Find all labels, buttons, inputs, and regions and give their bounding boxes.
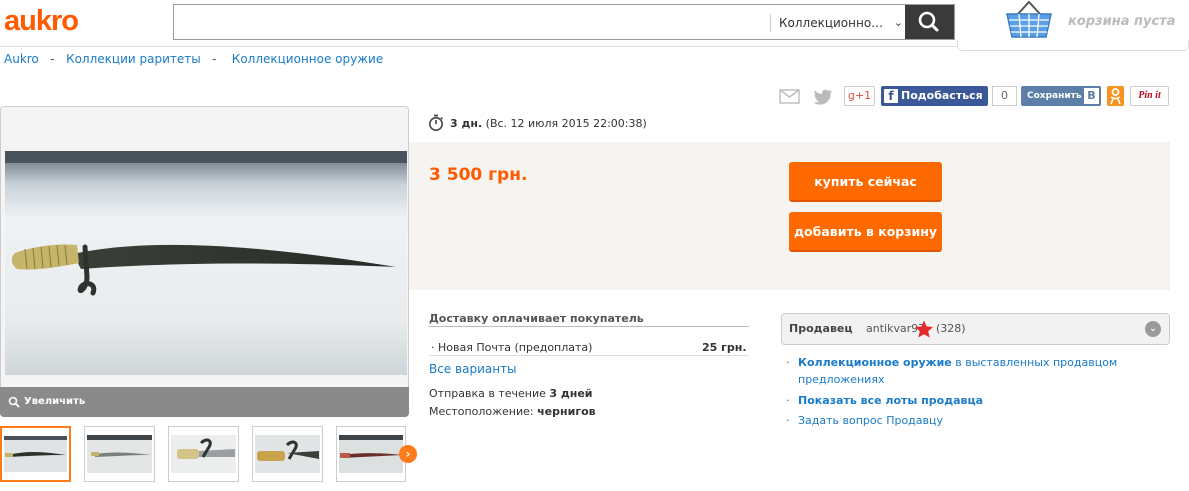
facebook-like-label: Подобасться xyxy=(901,89,983,102)
thumbnail-next-button[interactable]: › xyxy=(399,445,417,463)
thumbnail[interactable] xyxy=(0,426,71,482)
chevron-down-icon: ⌄ xyxy=(893,16,903,29)
delivery-option-price: 25 грн. xyxy=(702,341,747,354)
vk-icon: В xyxy=(1084,88,1099,104)
breadcrumb-link[interactable]: Коллекции раритеты xyxy=(66,52,201,66)
seller-all-lots-link[interactable]: · Показать все лоты продавца xyxy=(786,392,983,409)
search-bar: Коллекционно… ⌄ xyxy=(173,4,955,40)
bullet: · xyxy=(786,394,790,407)
facebook-icon: f xyxy=(884,89,898,103)
zoom-icon xyxy=(8,396,20,408)
buy-now-button[interactable]: купить сейчас xyxy=(789,162,942,202)
category-select[interactable]: Коллекционно… ⌄ xyxy=(770,14,905,32)
bullet: · xyxy=(786,356,790,369)
delivery-title: Доставку оплачивает покупатель xyxy=(429,312,644,325)
category-select-label: Коллекционно… xyxy=(779,16,884,30)
breadcrumb: Aukro - Коллекции раритеты - Коллекционн… xyxy=(4,52,383,66)
thumbnail[interactable] xyxy=(252,426,323,482)
search-icon xyxy=(918,11,939,32)
chevron-right-icon: › xyxy=(405,447,411,461)
auction-end-date: (Вс. 12 июля 2015 22:00:38) xyxy=(485,117,647,130)
thumbnail[interactable] xyxy=(336,426,406,482)
chevron-down-icon[interactable]: ⌄ xyxy=(1145,321,1161,337)
price: 3 500 грн. xyxy=(429,165,528,185)
cart-status[interactable]: корзина пуста xyxy=(1068,14,1175,29)
bullet: · xyxy=(786,414,790,427)
breadcrumb-link[interactable]: Aukro xyxy=(4,52,39,66)
zoom-button[interactable]: Увеличить xyxy=(0,387,409,417)
search-input[interactable] xyxy=(174,5,764,39)
star-icon xyxy=(915,320,933,338)
breadcrumb-separator: - xyxy=(212,52,217,66)
all-delivery-options-link[interactable]: Все варианты xyxy=(429,362,517,376)
seller-rating[interactable]: (328) xyxy=(936,322,966,335)
item-location: Местоположение: чернигов xyxy=(429,405,596,418)
facebook-like-button[interactable]: f Подобасться xyxy=(881,86,988,106)
pinterest-button[interactable]: Pin it xyxy=(1130,86,1169,106)
seller-panel[interactable]: Продавец antikvar97 (328) ⌄ xyxy=(781,313,1170,345)
product-image[interactable] xyxy=(1,107,409,417)
twitter-icon[interactable] xyxy=(812,86,834,106)
shipping-time: Отправка в течение 3 дней xyxy=(429,387,593,400)
cart-basket-icon[interactable] xyxy=(1004,0,1054,44)
google-plus-button[interactable]: g+1 xyxy=(844,86,875,106)
auction-time-left: 3 дн. (Вс. 12 июля 2015 22:00:38) xyxy=(450,117,647,130)
cart-dropdown-tab xyxy=(957,40,1189,51)
zoom-label: Увеличить xyxy=(24,396,86,407)
thumbnail[interactable] xyxy=(84,426,155,482)
delivery-divider xyxy=(429,355,749,356)
ask-seller-link[interactable]: · Задать вопрос Продавцу xyxy=(786,412,943,429)
odnoklassniki-icon[interactable] xyxy=(1107,86,1124,106)
delivery-option-name: · Новая Почта (предоплата) xyxy=(431,341,593,354)
seller-label: Продавец xyxy=(789,322,853,335)
main-image-panel xyxy=(0,106,409,417)
timer-icon xyxy=(428,114,444,136)
delivery-divider xyxy=(429,326,749,327)
aukro-logo[interactable]: aukro xyxy=(4,4,79,38)
time-remaining: 3 дн. xyxy=(450,117,483,130)
seller-category-link[interactable]: · Коллекционное оружие в выставленных пр… xyxy=(786,354,1176,388)
add-to-cart-button[interactable]: добавить в корзину xyxy=(789,212,942,252)
header-divider xyxy=(0,46,957,47)
vk-share-button[interactable]: Сохранить В xyxy=(1021,86,1101,106)
breadcrumb-separator: - xyxy=(50,52,55,66)
search-button[interactable] xyxy=(905,5,954,39)
breadcrumb-link[interactable]: Коллекционное оружие xyxy=(232,52,383,66)
email-share-icon[interactable] xyxy=(779,86,800,106)
facebook-like-count: 0 xyxy=(992,86,1017,106)
vk-share-label: Сохранить xyxy=(1027,91,1082,101)
thumbnail[interactable] xyxy=(168,426,239,482)
